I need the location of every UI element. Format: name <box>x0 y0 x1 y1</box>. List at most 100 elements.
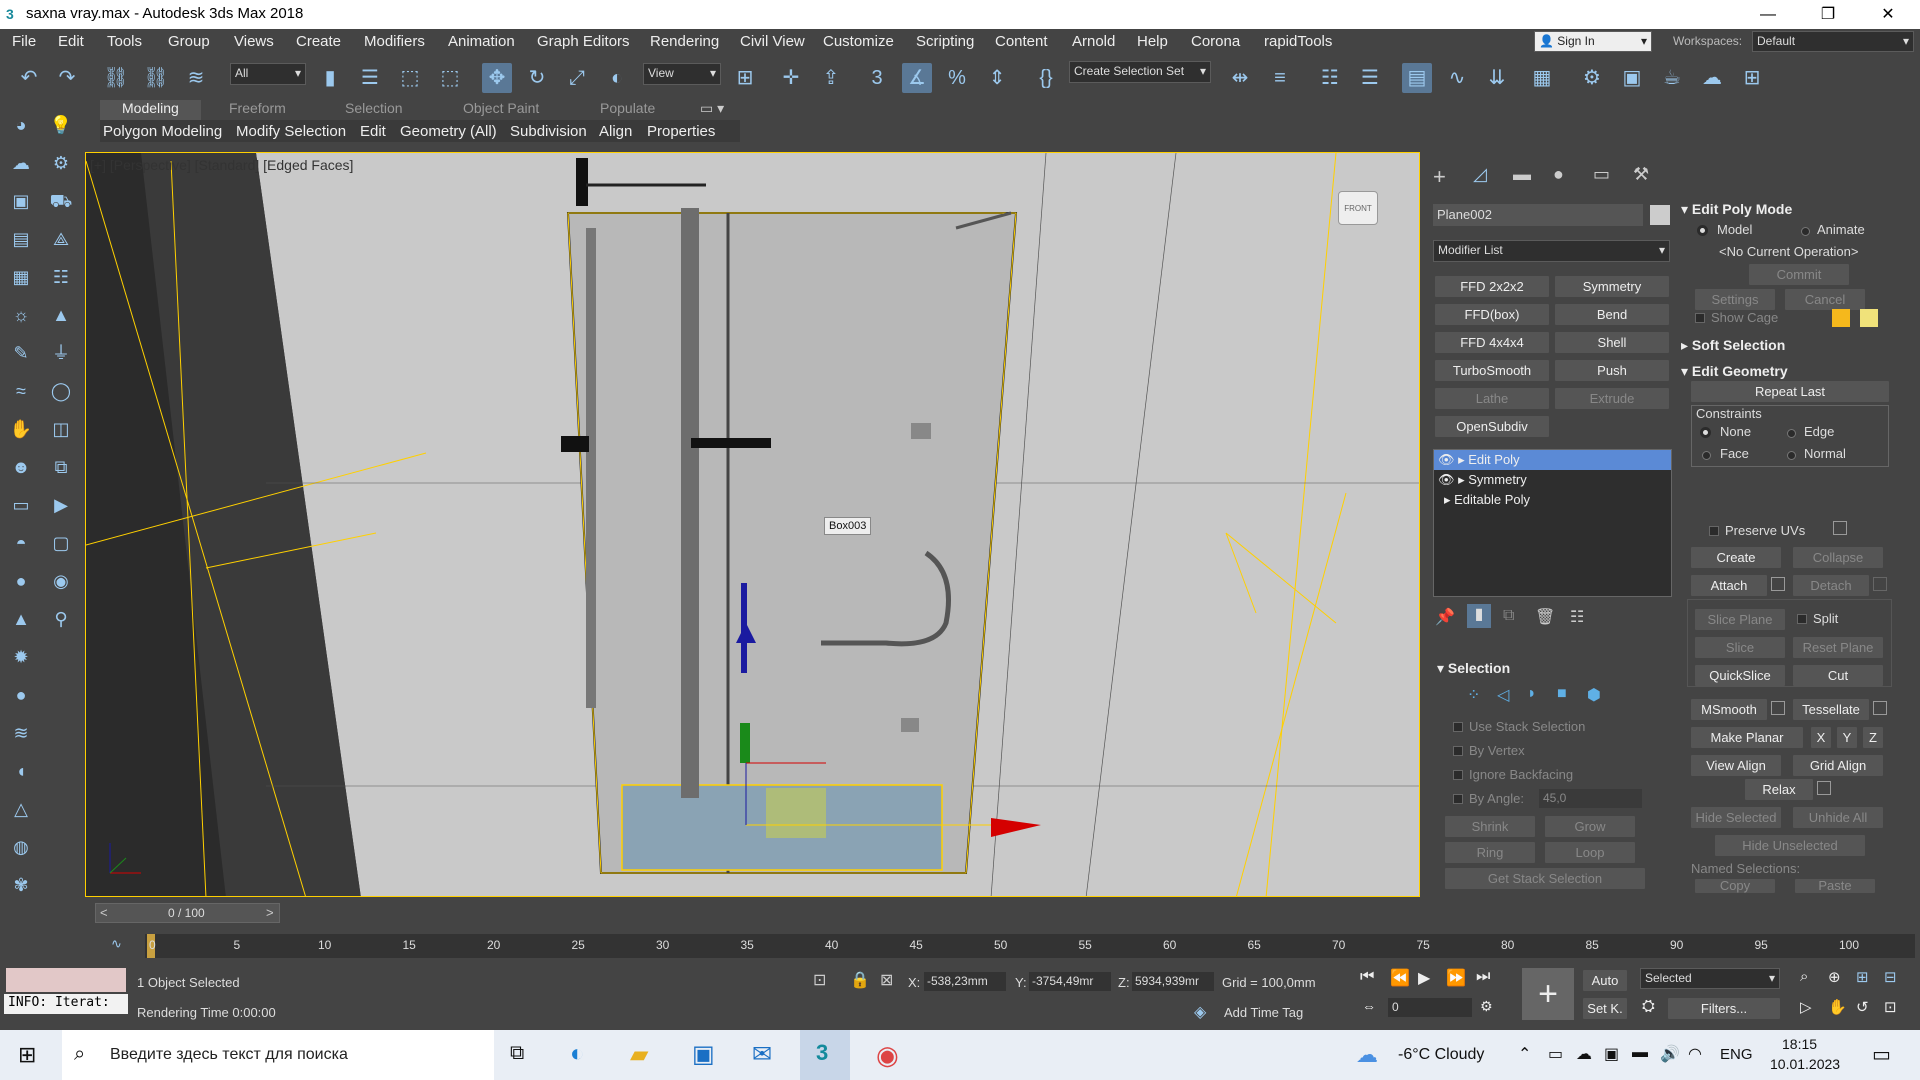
modifier-ffd4-button[interactable]: FFD 4x4x4 <box>1435 332 1549 353</box>
car-icon[interactable]: ⛟ <box>48 188 74 214</box>
ribbon-toggle-icon[interactable]: ▤ <box>1402 63 1432 93</box>
show-end-result-icon[interactable]: ▮ <box>1467 604 1491 628</box>
subtab-subdivision[interactable]: Subdivision <box>510 123 587 140</box>
zoom-icon[interactable]: ⌕ <box>1800 968 1808 985</box>
hand-icon[interactable]: ✋ <box>8 416 34 442</box>
absolute-mode-icon[interactable]: ⊠ <box>880 970 893 990</box>
eye-icon[interactable]: ◉ <box>48 568 74 594</box>
set-key-button[interactable]: Set K. <box>1583 998 1627 1019</box>
zoom-extents-icon[interactable]: ⊞ <box>1856 968 1869 986</box>
play-icon[interactable]: ▶ <box>1418 968 1430 988</box>
commit-button[interactable]: Commit <box>1749 264 1849 285</box>
border-mode-icon[interactable]: ◗ <box>1527 685 1537 703</box>
start-icon[interactable]: ⊞ <box>18 1042 36 1068</box>
goto-end-icon[interactable]: ⏭ <box>1476 968 1490 986</box>
modifier-bend-button[interactable]: Bend <box>1555 304 1669 325</box>
polygon-mode-icon[interactable]: ■ <box>1557 685 1567 703</box>
placement-icon[interactable]: ◐ <box>602 63 632 93</box>
subtab-polygon-modeling[interactable]: Polygon Modeling <box>103 123 222 140</box>
film-icon[interactable]: ▶ <box>48 492 74 518</box>
rendered-frame-icon[interactable]: ▣ <box>1617 63 1647 93</box>
spinner-snap-icon[interactable]: ⇕ <box>982 63 1012 93</box>
maximize-viewport-icon[interactable]: ⊡ <box>1884 998 1897 1016</box>
light-icon[interactable]: 💡 <box>48 112 74 138</box>
modifier-opensubdiv-button[interactable]: OpenSubdiv <box>1435 416 1549 437</box>
battery-icon[interactable]: ▬ <box>1632 1044 1648 1062</box>
menu-edit[interactable]: Edit <box>58 33 84 50</box>
object-color-swatch[interactable] <box>1650 205 1670 225</box>
schematic-view-icon[interactable]: ⇊ <box>1482 63 1512 93</box>
globe-icon[interactable]: ◍ <box>8 834 34 860</box>
onedrive-icon[interactable]: ☁ <box>1576 1044 1592 1064</box>
subtab-edit[interactable]: Edit <box>360 123 386 140</box>
plant-icon[interactable]: ✾ <box>8 872 34 898</box>
unlink-icon[interactable]: ⛓ <box>141 63 171 93</box>
task-view-icon[interactable]: ⧉ <box>510 1042 524 1065</box>
modifier-turbosmooth-button[interactable]: TurboSmooth <box>1435 360 1549 381</box>
menu-create[interactable]: Create <box>296 33 341 50</box>
menu-customize[interactable]: Customize <box>823 33 894 50</box>
star-icon[interactable]: ✹ <box>8 644 34 670</box>
select-manipulate-icon[interactable]: ✛ <box>776 63 806 93</box>
workspaces-dropdown[interactable]: Default ▾ <box>1752 31 1914 52</box>
tab-modeling[interactable]: Modeling <box>100 100 201 120</box>
time-slider-next-icon[interactable]: > <box>266 905 274 920</box>
rectangular-selection-icon[interactable]: ⬚ <box>395 63 425 93</box>
unhide-all-button[interactable]: Unhide All <box>1793 807 1883 828</box>
motion-tab-icon[interactable]: ● <box>1553 164 1564 185</box>
constraint-none-radio[interactable] <box>1700 427 1711 438</box>
by-angle-checkbox[interactable] <box>1453 794 1463 804</box>
hide-selected-button[interactable]: Hide Selected <box>1691 807 1781 828</box>
cut-button[interactable]: Cut <box>1793 665 1883 686</box>
viewport-label[interactable]: [+] [Perspective] [Standard] [Edged Face… <box>90 157 353 173</box>
undo-icon[interactable]: ↶ <box>14 63 44 93</box>
slice-button[interactable]: Slice <box>1695 637 1785 658</box>
eye-icon[interactable]: 👁 <box>1438 472 1455 487</box>
chrome-icon[interactable]: ◉ <box>876 1040 899 1071</box>
edge-icon[interactable]: ◐ <box>570 1040 585 1068</box>
loop-button[interactable]: Loop <box>1545 842 1635 863</box>
modifier-extrude-button[interactable]: Extrude <box>1555 388 1669 409</box>
set-key-icon[interactable]: + <box>1522 968 1574 1020</box>
tab-populate[interactable]: Populate <box>600 100 655 120</box>
make-planar-button[interactable]: Make Planar <box>1691 727 1803 748</box>
sun-icon[interactable]: ● <box>8 568 34 594</box>
create-button[interactable]: Create <box>1691 547 1781 568</box>
menu-tools[interactable]: Tools <box>107 33 142 50</box>
clock-time[interactable]: 18:15 <box>1782 1036 1817 1052</box>
detach-button[interactable]: Detach <box>1793 575 1869 596</box>
selection-rollout-title[interactable]: ▾ Selection <box>1437 660 1510 677</box>
window-icon[interactable]: ▭ <box>8 492 34 518</box>
pin-stack-icon[interactable]: 📌 <box>1435 607 1455 627</box>
eye-icon[interactable]: 👁 <box>1438 452 1455 467</box>
corona-render-icon[interactable]: ⊞ <box>1737 63 1767 93</box>
window-crossing-icon[interactable]: ⬚ <box>435 63 465 93</box>
menu-scripting[interactable]: Scripting <box>916 33 974 50</box>
layer-explorer-icon[interactable]: ☰ <box>1355 63 1385 93</box>
hierarchy-tab-icon[interactable]: ▬ <box>1513 164 1531 185</box>
modifier-symmetry-button[interactable]: Symmetry <box>1555 276 1669 297</box>
show-cage-checkbox[interactable] <box>1695 313 1705 323</box>
menu-rendering[interactable]: Rendering <box>650 33 719 50</box>
gear-icon[interactable]: ⚙ <box>48 150 74 176</box>
selection-filter-dropdown[interactable]: All ▾ <box>230 63 306 85</box>
attach-list-icon[interactable] <box>1771 577 1785 591</box>
orbit-icon[interactable]: ↺ <box>1856 998 1869 1016</box>
close-button[interactable]: ✕ <box>1865 0 1911 29</box>
msmooth-settings-icon[interactable] <box>1771 701 1785 715</box>
pivot-center-icon[interactable]: ⊞ <box>730 63 760 93</box>
object-name-field[interactable]: Plane002 <box>1433 204 1643 226</box>
layers-icon[interactable]: ⧉ <box>48 454 74 480</box>
make-unique-icon[interactable]: ⧉ <box>1503 607 1514 625</box>
hide-unselected-button[interactable]: Hide Unselected <box>1715 835 1865 856</box>
mask-icon[interactable]: ☻ <box>8 454 34 480</box>
modifier-list-dropdown[interactable]: Modifier List ▾ <box>1433 240 1670 262</box>
bind-spacewarp-icon[interactable]: ≋ <box>181 63 211 93</box>
tab-selection[interactable]: Selection <box>345 100 403 120</box>
x-coordinate-field[interactable]: -538,23mm <box>924 972 1006 991</box>
wave-icon[interactable]: ≈ <box>8 378 34 404</box>
time-slider[interactable]: < 0 / 100 > <box>95 903 280 923</box>
paint-icon[interactable]: ✎ <box>8 340 34 366</box>
shrink-button[interactable]: Shrink <box>1445 816 1535 837</box>
percent-snap-icon[interactable]: % <box>942 63 972 93</box>
